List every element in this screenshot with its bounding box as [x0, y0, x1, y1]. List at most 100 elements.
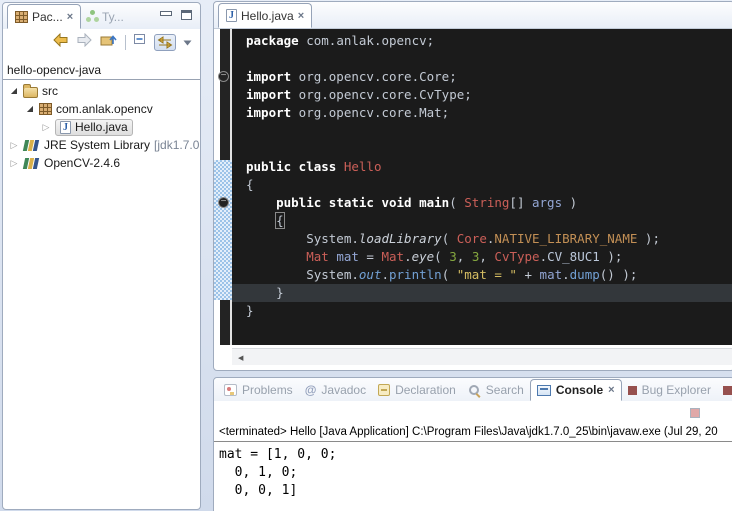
- view-menu-icon[interactable]: [183, 33, 192, 51]
- project-name: hello-opencv-java: [7, 63, 101, 77]
- code-line: {: [232, 212, 732, 230]
- tab-console[interactable]: Console: [530, 379, 622, 401]
- search-icon: [468, 384, 481, 397]
- editor-panel: J Hello.java package com.anlak.opencv; im…: [213, 1, 732, 371]
- tree-item-label: OpenCV-2.4.6: [44, 156, 120, 170]
- folder-icon: [23, 87, 38, 98]
- tree-item-hello-java[interactable]: J Hello.java: [3, 118, 200, 136]
- code-line: [232, 50, 732, 68]
- code-line: {: [232, 176, 732, 194]
- code-line: System.loadLibrary( Core.NATIVE_LIBRARY_…: [232, 230, 732, 248]
- maximize-icon[interactable]: [181, 10, 192, 20]
- console-status: <terminated> Hello [Java Application] C:…: [214, 424, 732, 442]
- tab-hello-java[interactable]: J Hello.java: [218, 3, 312, 28]
- code-line: public static void main( String[] args ): [232, 194, 732, 212]
- code-line: }: [232, 284, 732, 302]
- bug-icon: [628, 386, 637, 395]
- tab-bug-explorer[interactable]: Bug Explorer: [622, 379, 717, 401]
- fold-marker-imports[interactable]: [218, 71, 229, 82]
- view-window-buttons: [160, 10, 192, 20]
- code-line: public class Hello: [232, 158, 732, 176]
- collapse-arrow-icon[interactable]: [9, 86, 19, 96]
- code-zone: package com.anlak.opencv; import org.open…: [214, 28, 732, 345]
- package-explorer-header: Pac... Ty...: [3, 3, 200, 29]
- tab-label: Javadoc: [321, 383, 366, 397]
- tree-item-jre-system-library[interactable]: JRE System Library [jdk1.7.0: [3, 136, 200, 154]
- tab-label: Search: [486, 383, 524, 397]
- tree-item-com-anlak-opencv[interactable]: com.anlak.opencv: [3, 100, 200, 118]
- package-explorer-toolbar: [3, 29, 200, 55]
- code-area[interactable]: package com.anlak.opencv; import org.open…: [232, 29, 732, 345]
- tree-item-src[interactable]: src: [3, 82, 200, 100]
- link-with-editor-icon[interactable]: [154, 34, 176, 51]
- eclipse-window: Pac... Ty... hello-opencv-java srccom: [0, 0, 732, 511]
- annotation-ruler[interactable]: [214, 29, 232, 345]
- tab-javadoc[interactable]: @ Javadoc: [299, 379, 372, 401]
- javadoc-icon: @: [305, 383, 317, 397]
- tab-search[interactable]: Search: [462, 379, 530, 401]
- package-explorer-icon: [15, 11, 28, 23]
- console-toolbar: [214, 401, 732, 424]
- tree-item-project[interactable]: hello-opencv-java: [3, 62, 200, 80]
- code-line: [232, 140, 732, 158]
- console-panel: Problems @ Javadoc Declaration Search Console…: [213, 377, 732, 511]
- code-line: import org.opencv.core.CvType;: [232, 86, 732, 104]
- problems-icon: [224, 384, 237, 396]
- close-icon[interactable]: [67, 12, 73, 22]
- tab-problems[interactable]: Problems: [218, 379, 299, 401]
- toolbar-separator: [125, 35, 126, 50]
- console-output[interactable]: mat = [1, 0, 0; 0, 1, 0; 0, 0, 1]: [214, 442, 732, 500]
- library-icon: [23, 157, 40, 170]
- java-file-icon: J: [60, 121, 71, 134]
- up-folder-icon[interactable]: [100, 32, 118, 52]
- package-explorer-panel: Pac... Ty... hello-opencv-java srccom: [2, 2, 201, 510]
- expand-arrow-icon[interactable]: [41, 122, 51, 133]
- package-explorer-tree: src com.anlak.opencv J Hello.java JRE System…: [3, 80, 200, 172]
- tab-bug[interactable]: Bug: [717, 379, 732, 401]
- code-line: [232, 122, 732, 140]
- package-icon: [39, 103, 52, 115]
- tree-item-label: com.anlak.opencv: [56, 102, 153, 116]
- tab-label: Console: [556, 383, 603, 397]
- tab-label: Pac...: [32, 10, 63, 24]
- close-icon[interactable]: [298, 11, 304, 21]
- expand-arrow-icon[interactable]: [9, 158, 19, 169]
- editor-tab-bar: J Hello.java: [214, 2, 732, 28]
- selected-item-box[interactable]: J Hello.java: [55, 119, 133, 136]
- range-indicator: [214, 160, 232, 300]
- collapse-arrow-icon[interactable]: [25, 104, 35, 114]
- tab-type-hierarchy[interactable]: Ty...: [79, 4, 131, 29]
- type-hierarchy-icon: [86, 10, 98, 23]
- tab-label: Ty...: [102, 10, 124, 24]
- code-line: Mat mat = Mat.eye( 3, 3, CvType.CV_8UC1 …: [232, 248, 732, 266]
- tab-package-explorer[interactable]: Pac...: [7, 4, 81, 29]
- back-icon[interactable]: [52, 33, 69, 52]
- tab-label: Bug Explorer: [642, 383, 711, 397]
- tab-label: Hello.java: [241, 9, 294, 23]
- console-icon: [537, 385, 551, 396]
- terminate-icon[interactable]: [690, 408, 700, 418]
- code-line: import org.opencv.core.Core;: [232, 68, 732, 86]
- tab-label: Declaration: [395, 383, 456, 397]
- tree-item-label: Hello.java: [75, 120, 128, 134]
- tab-label: Problems: [242, 383, 293, 397]
- forward-icon[interactable]: [76, 33, 93, 52]
- code-line: System.out.println( "mat = " + mat.dump(…: [232, 266, 732, 284]
- minimize-icon[interactable]: [160, 10, 171, 20]
- fold-marker-main[interactable]: [218, 197, 229, 208]
- tree-item-label: src: [42, 84, 58, 98]
- bug-icon: [723, 386, 732, 395]
- declaration-icon: [378, 384, 390, 396]
- editor-horizontal-scrollbar[interactable]: [232, 348, 732, 365]
- tab-declaration[interactable]: Declaration: [372, 379, 462, 401]
- tree-item-suffix: [jdk1.7.0: [154, 138, 199, 152]
- library-icon: [23, 139, 40, 152]
- code-line: import org.opencv.core.Mat;: [232, 104, 732, 122]
- close-icon[interactable]: [608, 385, 614, 395]
- collapse-all-icon[interactable]: [133, 33, 147, 51]
- expand-arrow-icon[interactable]: [9, 140, 19, 151]
- tree-item-opencv-2-4-6[interactable]: OpenCV-2.4.6: [3, 154, 200, 172]
- tree-item-label: JRE System Library: [44, 138, 150, 152]
- code-line: }: [232, 302, 732, 320]
- code-line: package com.anlak.opencv;: [232, 32, 732, 50]
